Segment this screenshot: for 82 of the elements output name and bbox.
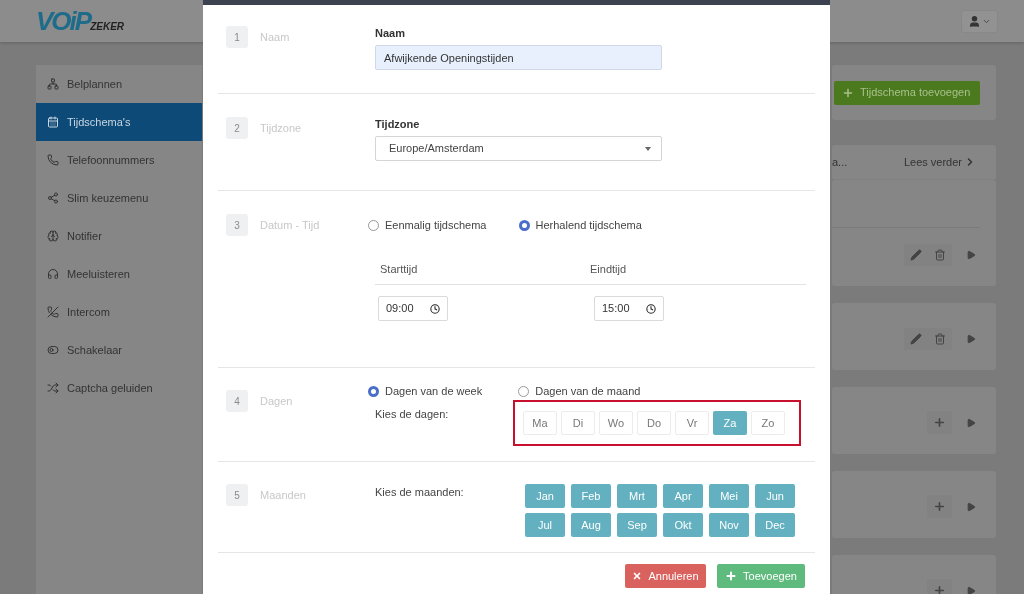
toggle-icon [47,344,59,356]
caret-icon [645,146,651,151]
submit-button[interactable]: Toevoegen [717,564,805,588]
step-number: 3 [226,214,248,236]
user-menu-button[interactable] [961,9,998,33]
sidebar-item[interactable]: Slim keuzemenu [36,179,202,217]
month-toggle[interactable]: Okt [663,513,703,537]
clock-icon [430,303,440,314]
month-toggle[interactable]: Jun [755,484,795,508]
user-icon [968,14,981,28]
nodes-icon [47,192,59,204]
plus-icon[interactable] [933,500,946,513]
edit-icon[interactable] [910,333,922,345]
phone-off-icon [47,306,59,318]
sidebar-item[interactable]: Captcha geluiden [36,369,202,407]
month-toggle[interactable]: Apr [663,484,703,508]
sitemap-icon [47,78,59,90]
sidebar-item[interactable]: Belplannen [36,65,202,103]
day-toggle[interactable]: Ma [523,411,557,435]
add-schedule-button[interactable]: Tijdschema toevoegen [834,80,980,105]
column-header: Eindtijd [590,262,627,277]
radio-option[interactable]: Eenmalig tijdschema [368,216,487,234]
month-toggle[interactable]: Jan [525,484,565,508]
sidebar-item[interactable]: Notifier [36,217,202,255]
month-toggle[interactable]: Dec [755,513,795,537]
calendar-icon [47,116,59,128]
close-icon [632,571,643,581]
plus-icon[interactable] [933,416,946,429]
logo: VOiPZEKER [36,8,125,34]
days-prompt: Kies de dagen: [374,407,450,422]
day-toggle[interactable]: Do [637,411,671,435]
shuffle-icon [47,382,59,394]
column-header: Starttijd [379,262,419,277]
radio-option[interactable]: Dagen van de week [368,382,483,400]
expand-icon[interactable] [966,417,976,428]
plus-icon [842,86,854,99]
step-number: 2 [226,117,248,139]
step-number: 5 [226,484,248,506]
timezone-select[interactable]: Europe/Amsterdam [375,136,662,161]
day-toggle[interactable]: Zo [751,411,785,435]
month-toggle[interactable]: Mrt [617,484,657,508]
plus-icon[interactable] [933,584,946,594]
month-toggle[interactable]: Sep [617,513,657,537]
sidebar-item[interactable]: Telefoonnummers [36,141,202,179]
list-header-text: a... [832,154,848,170]
phone-icon [47,154,59,166]
month-toggle[interactable]: Aug [571,513,611,537]
sidebar-item[interactable]: Meeluisteren [36,255,202,293]
month-toggle[interactable]: Nov [709,513,749,537]
step-number: 1 [226,26,248,48]
trash-icon[interactable] [934,249,946,261]
trash-icon[interactable] [934,333,946,345]
expand-icon[interactable] [966,334,976,344]
expand-icon[interactable] [966,501,976,512]
day-toggle[interactable]: Za [713,411,747,435]
name-field[interactable]: Afwijkende Openingstijden [375,45,662,70]
sidebar-item[interactable]: Schakelaar [36,331,202,369]
time-field[interactable]: 09:00 [378,296,448,321]
day-toggle[interactable]: Wo [599,411,633,435]
radio-option[interactable]: Herhalend tijdschema [518,216,642,234]
read-more-link[interactable]: Lees verder [903,153,976,171]
expand-icon[interactable] [966,585,976,594]
month-toggle[interactable]: Feb [571,484,611,508]
field-label: Naam [375,26,406,40]
expand-icon[interactable] [966,250,976,260]
step-number: 4 [226,390,248,412]
radio-option[interactable]: Dagen van de maand [518,382,641,400]
headphones-icon [47,268,59,280]
day-toggle[interactable]: Vr [675,411,709,435]
month-toggle[interactable]: Mei [709,484,749,508]
months-prompt: Kies de maanden: [374,485,465,500]
field-label: Tijdzone [375,117,421,131]
brain-icon [47,230,59,242]
month-toggle[interactable]: Jul [525,513,565,537]
plus-icon [725,570,738,582]
edit-icon[interactable] [910,249,922,261]
clock-icon [646,303,656,314]
cancel-button[interactable]: Annuleren [625,564,706,588]
sidebar-item[interactable]: Tijdschema's [36,103,202,141]
sidebar-item[interactable]: Intercom [36,293,202,331]
time-field[interactable]: 15:00 [594,296,664,321]
day-toggle[interactable]: Di [561,411,595,435]
